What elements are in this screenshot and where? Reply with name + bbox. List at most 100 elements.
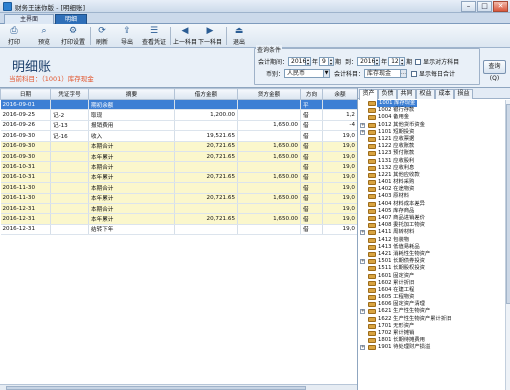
query-button[interactable]: 查询(Q) — [483, 60, 506, 82]
account-book-icon — [368, 237, 376, 243]
show-daily-total-checkbox[interactable] — [411, 70, 418, 77]
tree-item[interactable]: 1413 低值易耗品 — [358, 244, 505, 251]
account-tree[interactable]: 1001 库存现金 1002 银行存款 1004 备用金 +1012 其他货币资金 +1… — [358, 100, 505, 390]
table-row[interactable]: 2016-09-30 本期合计 20,721.65 1,650.00 借 19,0 — [0, 141, 357, 152]
expand-icon[interactable]: + — [360, 129, 365, 135]
cell-voucher — [50, 172, 89, 184]
tree-item[interactable]: +1101 短期投资 — [358, 129, 505, 136]
expand-icon[interactable]: + — [360, 309, 365, 315]
tree-item[interactable]: +1621 生产性生物资产 — [358, 308, 505, 315]
tab-main[interactable]: 主界面 — [4, 14, 54, 24]
show-opposite-checkbox[interactable] — [415, 58, 422, 65]
title-bar: 财务王迷你版 - [明细账] – □ ✕ — [0, 0, 510, 13]
tab-cost[interactable]: 成本 — [435, 89, 454, 99]
table-row[interactable]: 2016-12-31 本年累计 20,721.65 1,650.00 借 19,0 — [0, 213, 357, 225]
currency-select[interactable]: 人民币 — [284, 69, 325, 78]
table-row[interactable]: 2016-12-31 本期合计 借 19,0 — [0, 203, 357, 215]
column-header-direction[interactable]: 方向 — [300, 88, 323, 100]
print-settings-button[interactable]: ⚙ 打印设置 — [58, 25, 88, 47]
from-month-spinner[interactable]: ▴ ▾ — [329, 57, 335, 66]
table-row[interactable]: 2016-11-30 本年累计 20,721.65 1,650.00 借 19,0 — [0, 193, 357, 204]
account-book-icon — [368, 266, 376, 272]
table-row[interactable]: 2016-09-30 记-16 收入 19,521.65 借 19,0 — [0, 130, 357, 142]
query-conditions-box — [254, 48, 480, 85]
maximize-button[interactable]: □ — [477, 1, 492, 12]
to-year-field[interactable]: 2016 — [357, 57, 375, 66]
tree-item[interactable]: 1004 备用金 — [358, 114, 505, 121]
table-row[interactable]: 2016-10-31 本年累计 20,721.65 1,650.00 借 19,0 — [0, 172, 357, 184]
tree-item[interactable]: 1131 应收股利 — [358, 158, 505, 165]
tree-item[interactable]: 1701 无形资产 — [358, 323, 505, 330]
next-subject-button[interactable]: ▶ 下一科目 — [197, 25, 223, 47]
print-button[interactable]: ⎙ 打印 — [4, 25, 24, 47]
to-year-spinner[interactable]: ▴ ▾ — [375, 57, 381, 66]
column-header-credit[interactable]: 贷方金额 — [237, 88, 301, 100]
account-book-icon — [368, 259, 376, 265]
minimize-button[interactable]: – — [461, 1, 476, 12]
expand-icon[interactable]: + — [360, 230, 365, 236]
tree-item[interactable]: 1404 材料成本差异 — [358, 201, 505, 208]
tab-common[interactable]: 共同 — [397, 89, 416, 99]
exit-button[interactable]: ⏏ 退出 — [229, 25, 249, 47]
subject-field[interactable]: 库存现金 — [364, 69, 402, 78]
column-header-summary[interactable]: 摘要 — [88, 88, 175, 100]
table-row[interactable]: 2016-11-30 本期合计 借 19,0 — [0, 182, 357, 194]
tree-item[interactable]: 1511 长期股权投资 — [358, 265, 505, 272]
table-row[interactable]: 2016-10-31 本期合计 借 19,0 — [0, 161, 357, 173]
tree-item[interactable]: +1411 周转材料 — [358, 229, 505, 236]
tab-equity[interactable]: 权益 — [416, 89, 435, 99]
year-unit: 年 — [312, 59, 319, 66]
from-year-field[interactable]: 2016 — [288, 57, 306, 66]
tree-item[interactable]: 1412 包装物 — [358, 237, 505, 244]
column-header-balance[interactable]: 余额 — [322, 88, 357, 100]
table-row[interactable]: 2016-09-01 期初余额 平 — [0, 99, 357, 111]
table-row[interactable]: 2016-12-31 结转下年 借 19,0 — [0, 224, 357, 236]
horizontal-scrollbar[interactable] — [0, 384, 357, 390]
scrollbar-thumb[interactable] — [506, 104, 510, 304]
tree-item[interactable]: 1123 预付账款 — [358, 150, 505, 157]
from-month-field[interactable]: 9 — [319, 57, 330, 66]
column-header-debit[interactable]: 借方金额 — [174, 88, 238, 100]
expand-icon[interactable]: + — [360, 122, 365, 128]
table-row[interactable]: 2016-09-30 本年累计 20,721.65 1,650.00 借 19,0 — [0, 151, 357, 163]
expand-icon[interactable]: + — [360, 259, 365, 265]
tree-item[interactable]: 1601 固定资产 — [358, 273, 505, 280]
subject-picker-button[interactable]: … — [401, 69, 408, 78]
cell-balance: 1,2 — [322, 109, 357, 121]
vertical-scrollbar[interactable] — [505, 100, 510, 390]
expand-icon[interactable]: + — [360, 345, 365, 351]
column-header-voucher[interactable]: 凭证字号 — [50, 88, 89, 100]
refresh-button[interactable]: ⟳ 刷新 — [92, 25, 112, 47]
preview-button[interactable]: ⌕ 预览 — [34, 25, 54, 47]
tree-item[interactable]: 1132 应收利息 — [358, 165, 505, 172]
close-button[interactable]: ✕ — [493, 1, 508, 12]
to-month-spinner[interactable]: ▴ ▾ — [400, 57, 406, 66]
column-header-date[interactable]: 日期 — [0, 88, 51, 100]
tree-item[interactable]: 1403 原材料 — [358, 193, 505, 200]
tree-item[interactable]: 1602 累计折旧 — [358, 280, 505, 287]
tab-liabilities[interactable]: 负债 — [378, 89, 397, 99]
tab-assets[interactable]: 资产 — [359, 89, 378, 100]
to-month-field[interactable]: 12 — [388, 57, 401, 66]
tree-item[interactable]: 1622 生产性生物资产累计折旧 — [358, 316, 505, 323]
tree-item[interactable]: 1405 库存商品 — [358, 208, 505, 215]
cell-date: 2016-09-25 — [0, 109, 51, 121]
scrollbar-thumb[interactable] — [6, 386, 306, 390]
tree-item[interactable]: 1604 在建工程 — [358, 287, 505, 294]
month-unit: 期 — [406, 59, 413, 66]
tree-item[interactable]: +1012 其他货币资金 — [358, 122, 505, 129]
table-row[interactable]: 2016-09-26 记-13 报销费用 1,650.00 借 -4 — [0, 120, 357, 132]
table-row[interactable]: 2016-09-25 记-2 取现 1,200.00 借 1,2 — [0, 109, 357, 121]
from-year-spinner[interactable]: ▴ ▾ — [306, 57, 312, 66]
window-title: 财务王迷你版 - [明细账] — [15, 4, 86, 12]
chevron-down-icon[interactable]: ▼ — [324, 69, 331, 78]
prev-subject-button[interactable]: ◀ 上一科目 — [172, 25, 198, 47]
tree-item[interactable]: 1221 其他应收款 — [358, 172, 505, 179]
cell-direction: 借 — [300, 172, 323, 184]
ledger-grid[interactable]: 日期 凭证字号 摘要 借方金额 贷方金额 方向 余额 2016-09-01 期初余… — [0, 87, 357, 384]
export-button[interactable]: ⇪ 导出 — [117, 25, 137, 47]
tab-ledger[interactable]: 明细账 — [55, 14, 87, 32]
view-voucher-button[interactable]: ☰ 查看凭证 — [139, 25, 169, 47]
tab-profit-loss[interactable]: 损益 — [454, 89, 473, 99]
tree-item[interactable]: +1901 待处理财产损溢 — [358, 344, 505, 351]
